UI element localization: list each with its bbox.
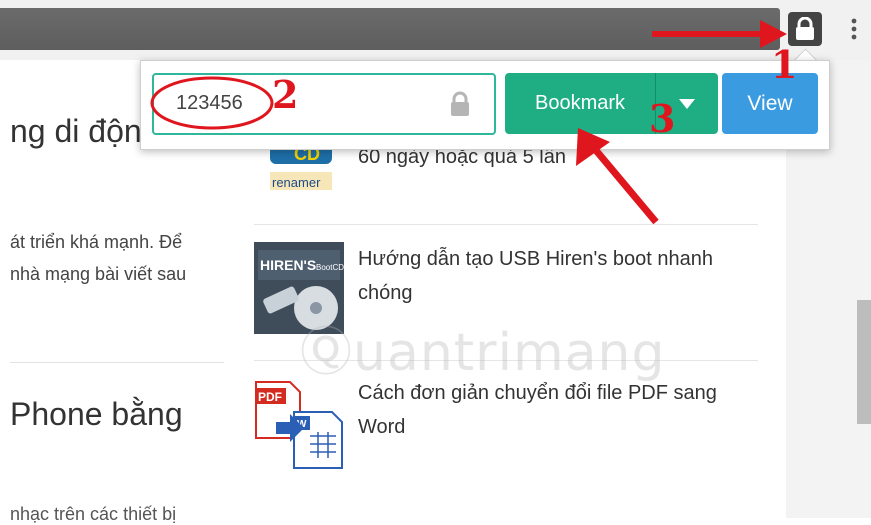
lock-icon	[796, 17, 814, 40]
svg-text:HIREN'S: HIREN'S	[260, 257, 316, 273]
more-vertical-icon	[851, 18, 857, 40]
article-heading[interactable]: ng di động	[10, 113, 159, 150]
step-number-1: 1	[771, 42, 798, 87]
article-heading[interactable]: Phone bằng	[10, 396, 183, 433]
svg-text:BootCD: BootCD	[316, 263, 344, 272]
bookmark-button[interactable]: Bookmark	[505, 73, 655, 134]
svg-text:PDF: PDF	[258, 390, 282, 404]
scrollbar-thumb[interactable]	[857, 300, 871, 424]
article-excerpt: át triển khá mạnh. Để nhà mạng bài viết …	[10, 226, 228, 290]
excerpt-line: át triển khá mạnh. Để	[10, 232, 183, 252]
watermark-logo-icon: Ⓠ	[300, 323, 354, 383]
step-number-2: 2	[272, 72, 299, 117]
article-title[interactable]: Cách đơn giản chuyển đổi file PDF sang W…	[358, 376, 754, 444]
view-button[interactable]: View	[722, 73, 818, 134]
password-input[interactable]: 123456	[152, 73, 496, 135]
article-excerpt: nhạc trên các thiết bị	[10, 504, 177, 524]
browser-toolbar	[0, 0, 871, 60]
svg-text:renamer: renamer	[272, 175, 321, 190]
divider	[254, 224, 758, 225]
article-title[interactable]: Hướng dẫn tạo USB Hiren's boot nhanh chó…	[358, 242, 754, 310]
password-extension-button[interactable]	[788, 12, 822, 46]
password-value: 123456	[176, 92, 243, 114]
caret-down-icon	[679, 98, 695, 109]
related-article[interactable]: PDF W Cách đơn giản chuyển đổi file PDF …	[254, 376, 754, 476]
address-bar[interactable]	[0, 8, 780, 50]
divider	[10, 362, 224, 363]
lock-icon	[448, 91, 472, 122]
watermark-text: uantrimang	[353, 323, 666, 383]
pdf-to-word-icon: PDF W	[254, 376, 344, 469]
step-number-3: 3	[649, 96, 676, 141]
excerpt-line: nhà mạng bài viết sau	[10, 264, 187, 284]
browser-menu-button[interactable]	[842, 12, 866, 46]
watermark: Ⓠuantrimang	[300, 310, 666, 385]
